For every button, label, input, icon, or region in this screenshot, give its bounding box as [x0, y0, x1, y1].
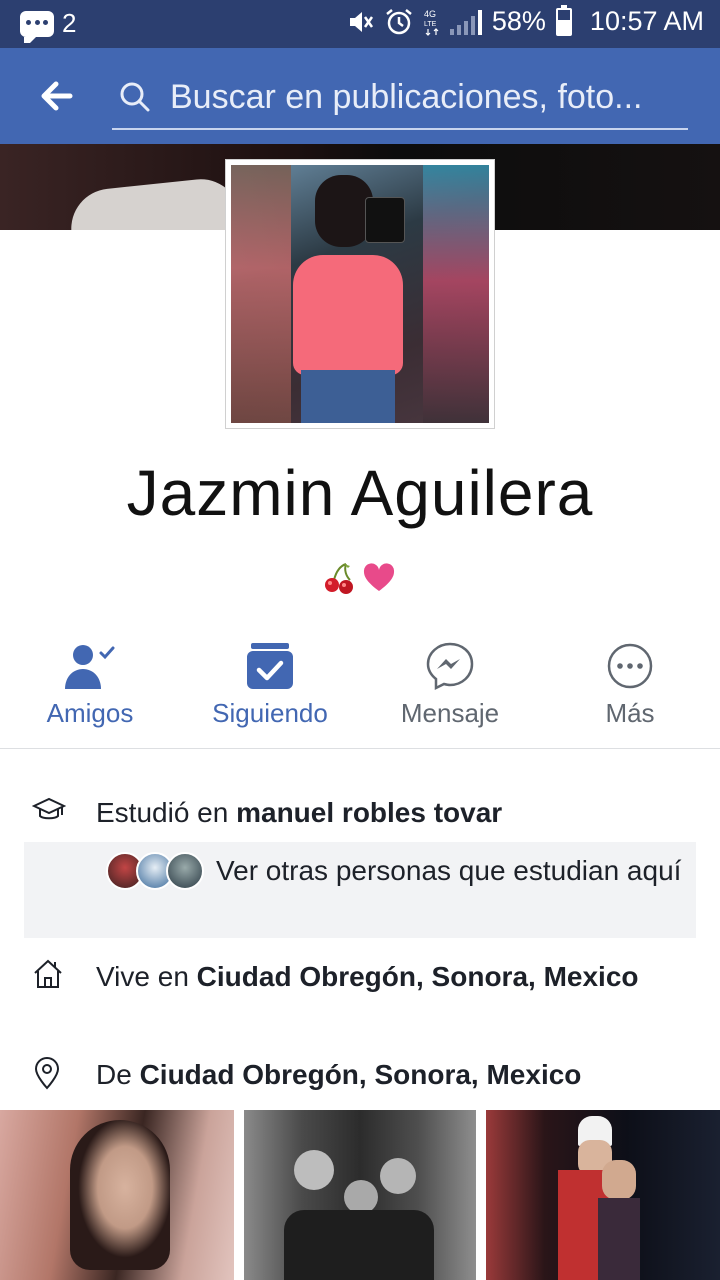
photo-thumbnail[interactable]: [244, 1110, 476, 1280]
photo-thumbnail[interactable]: [0, 1110, 234, 1280]
battery-icon: [555, 4, 572, 36]
message-notification-icon: [20, 10, 54, 43]
back-button[interactable]: [36, 76, 76, 116]
classmates-avatars: [106, 852, 210, 890]
home-icon: [34, 959, 62, 988]
lives-prefix: Vive en: [96, 961, 197, 992]
battery-percent: 58%: [491, 6, 546, 36]
heart-icon: [363, 563, 395, 591]
location-pin-icon: [34, 1057, 60, 1090]
status-bar: 2 4G LTE 58% 10:57 AM: [0, 0, 720, 48]
search-placeholder: Buscar en publicaciones, foto...: [170, 78, 643, 116]
following-label: Siguiendo: [212, 698, 328, 728]
from-prefix: De: [96, 1059, 140, 1090]
graduation-cap-icon: [32, 797, 66, 820]
photo-thumbnail[interactable]: [486, 1110, 720, 1280]
more-button[interactable]: Más: [540, 628, 720, 729]
notification-count: 2: [62, 8, 77, 38]
classmates-text: Ver otras personas que estudian aquí: [216, 855, 682, 886]
alarm-icon: [386, 8, 412, 34]
education-row: Estudió en manuel robles tovar: [0, 794, 720, 834]
status-left: 2: [20, 8, 77, 43]
education-prefix: Estudió en: [96, 797, 237, 828]
signal-icon: [449, 9, 482, 35]
friends-check-icon: [65, 645, 115, 689]
lives-link[interactable]: Ciudad Obregón, Sonora, Mexico: [197, 961, 639, 992]
status-right: 4G LTE 58% 10:57 AM: [346, 4, 704, 37]
hometown-link[interactable]: Ciudad Obregón, Sonora, Mexico: [140, 1059, 582, 1090]
classmates-link[interactable]: Ver otras personas que estudian aquí: [24, 842, 696, 938]
education-link[interactable]: manuel robles tovar: [236, 797, 502, 828]
messenger-icon: [426, 642, 474, 691]
following-check-icon: [247, 643, 293, 689]
message-label: Mensaje: [400, 698, 500, 728]
cherries-icon: [325, 563, 353, 594]
more-icon: [607, 643, 653, 689]
hometown-row: De Ciudad Obregón, Sonora, Mexico: [0, 1056, 720, 1096]
app-bar: Buscar en publicaciones, foto...: [0, 48, 720, 144]
avatar: [166, 852, 204, 890]
more-label: Más: [605, 698, 655, 728]
search-input[interactable]: Buscar en publicaciones, foto...: [112, 66, 688, 130]
svg-text:4G: 4G: [424, 9, 436, 19]
clock: 10:57 AM: [589, 6, 704, 36]
svg-text:LTE: LTE: [424, 21, 437, 28]
back-arrow-icon: [41, 81, 73, 111]
bio: [320, 560, 396, 596]
friends-label: Amigos: [46, 698, 134, 728]
profile-name: Jazmin Aguilera: [126, 457, 594, 529]
friends-button[interactable]: Amigos: [0, 628, 180, 729]
profile-picture[interactable]: [226, 160, 494, 428]
search-icon: [120, 82, 150, 112]
photo-grid: [0, 1110, 720, 1280]
mute-icon: [349, 11, 373, 32]
profile-actions: Amigos Siguiendo Mensaje Más: [0, 628, 720, 749]
message-button[interactable]: Mensaje: [360, 628, 540, 729]
lives-in-row: Vive en Ciudad Obregón, Sonora, Mexico: [0, 958, 720, 1038]
network-4g-icon: 4G LTE: [424, 9, 439, 36]
following-button[interactable]: Siguiendo: [180, 628, 360, 729]
